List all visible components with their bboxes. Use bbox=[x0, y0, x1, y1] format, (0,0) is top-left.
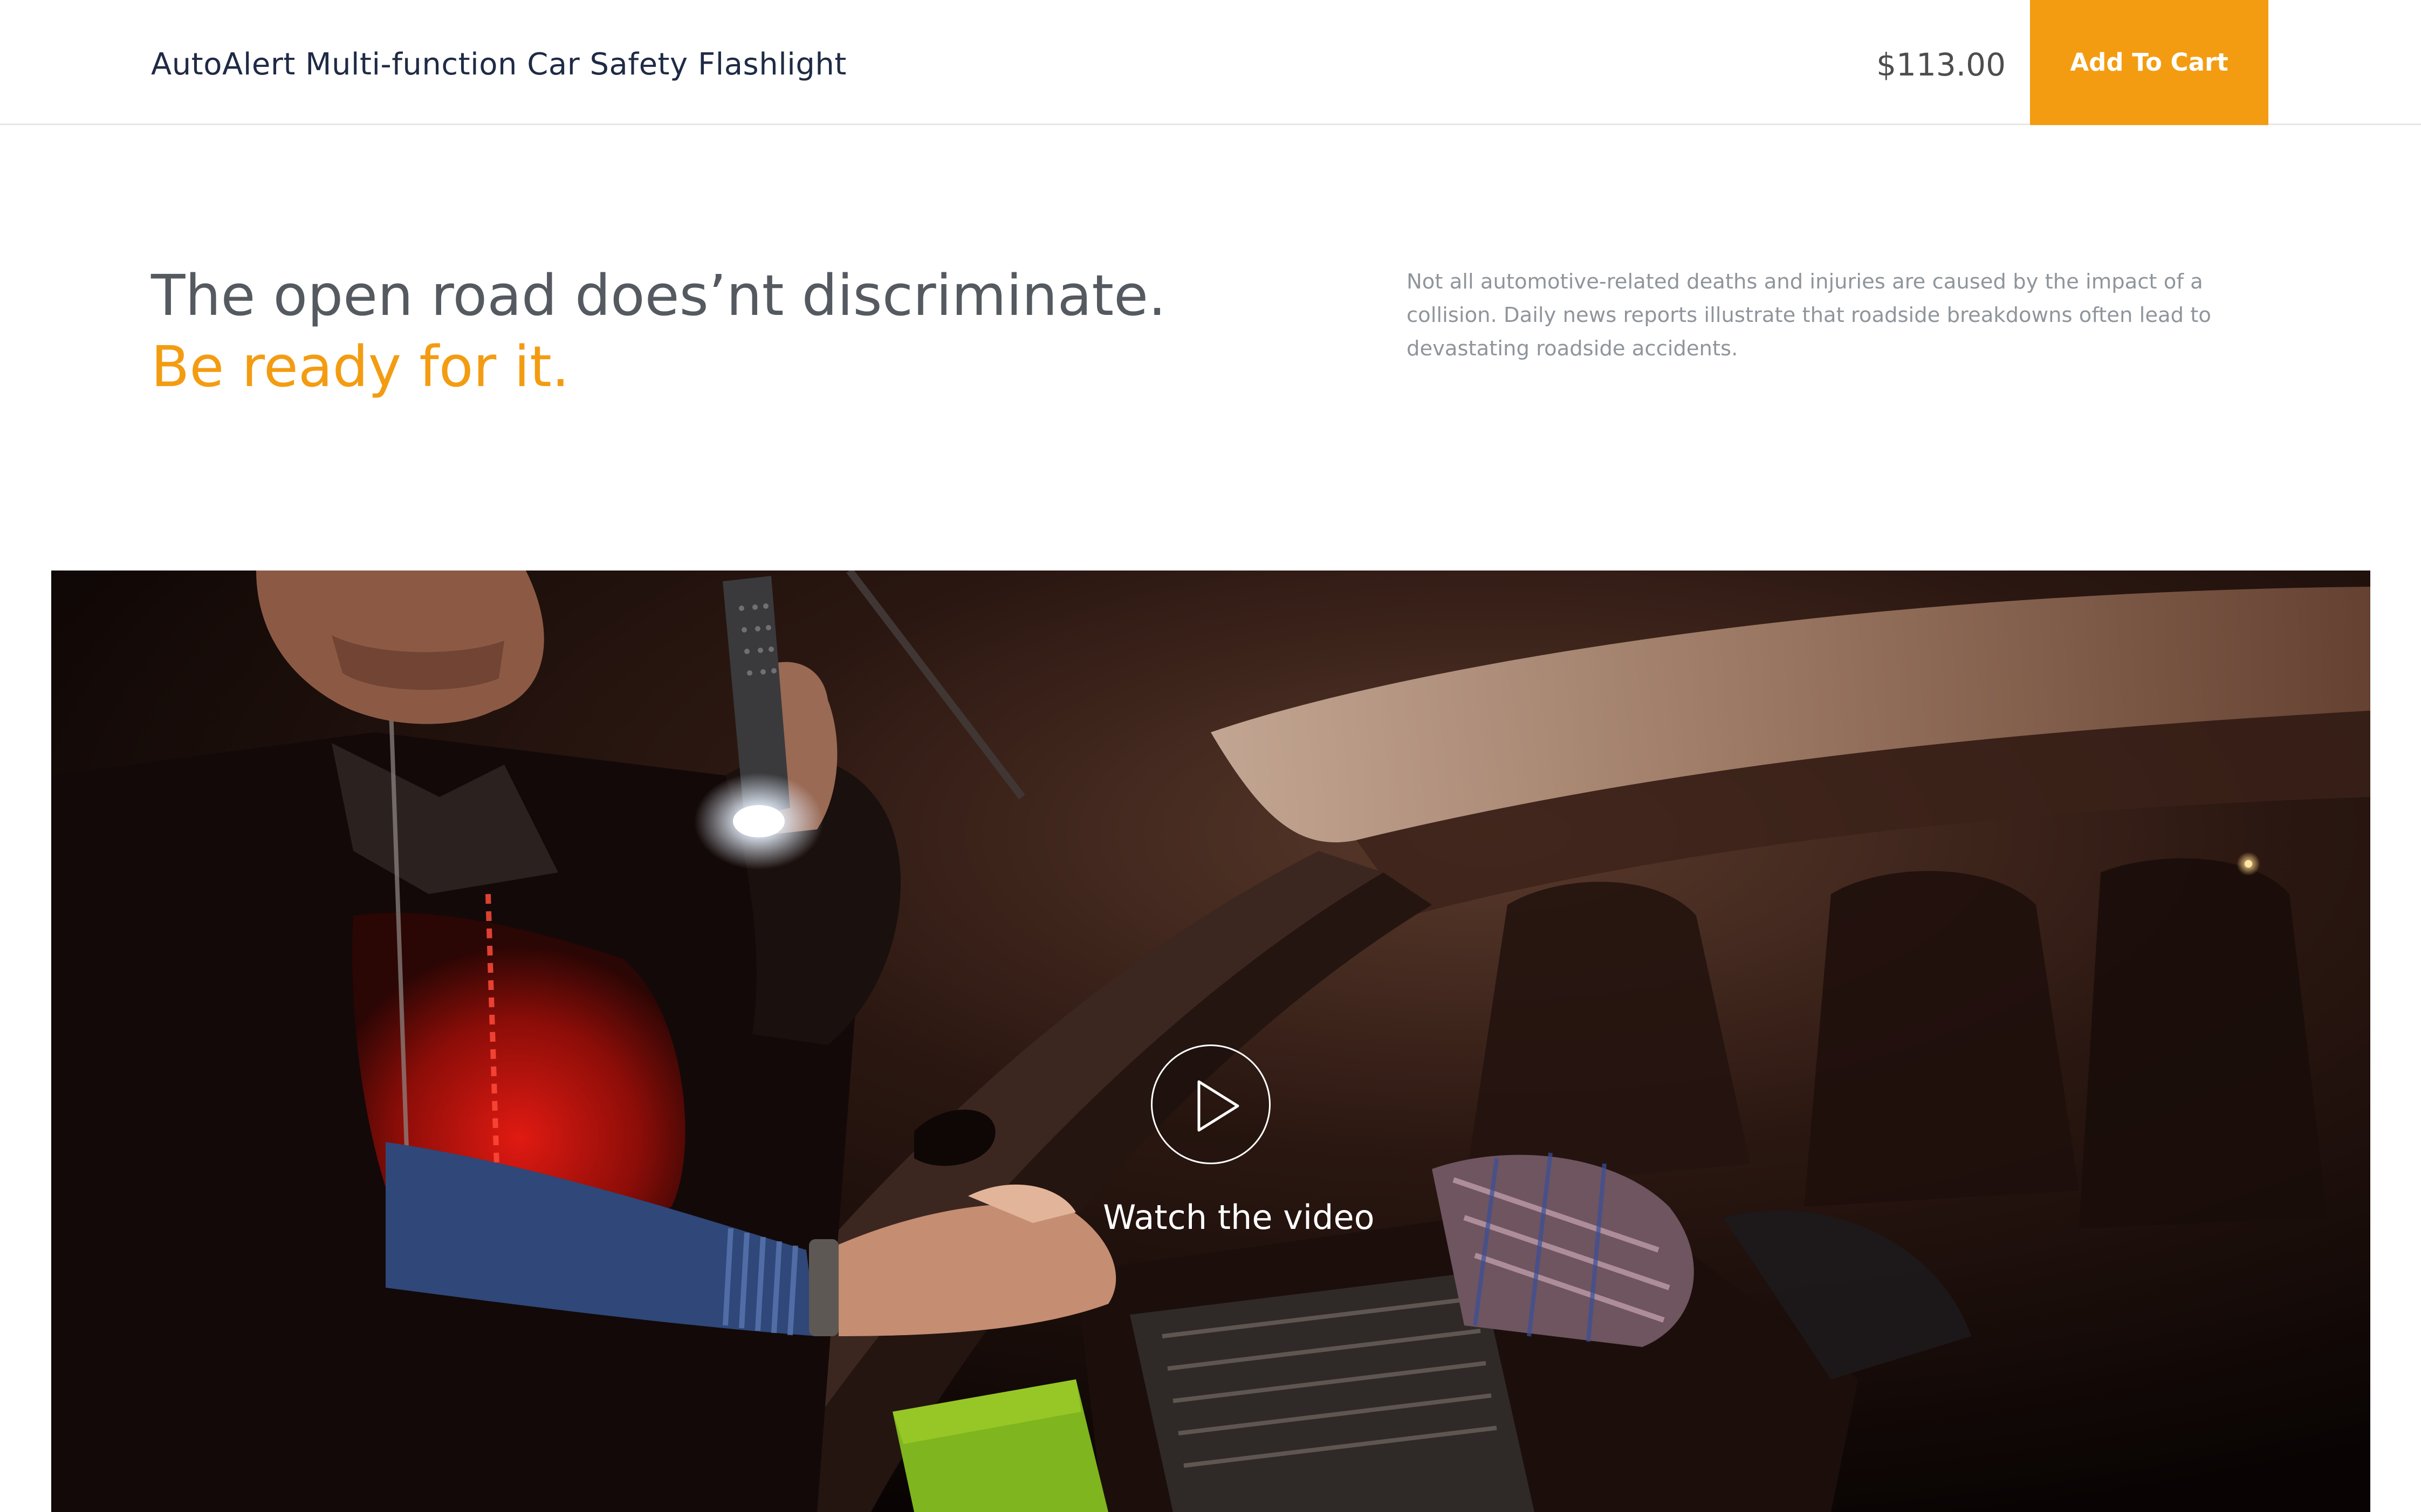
video-player[interactable]: Watch the video bbox=[51, 571, 2370, 1512]
add-to-cart-button[interactable]: Add To Cart bbox=[2030, 0, 2268, 125]
play-button[interactable] bbox=[1151, 1044, 1271, 1164]
intro-headline: The open road does’nt discriminate. Be r… bbox=[151, 260, 1166, 402]
watch-video-label[interactable]: Watch the video bbox=[1103, 1196, 1375, 1239]
product-price: $113.00 bbox=[1876, 46, 2006, 83]
product-header-bar: AutoAlert Multi-function Car Safety Flas… bbox=[0, 0, 2421, 125]
play-icon bbox=[1197, 1080, 1239, 1132]
intro-description: Not all automotive-related deaths and in… bbox=[1407, 270, 2211, 361]
video-poster-image bbox=[51, 571, 2370, 1512]
headline-text: The open road does’nt discriminate. bbox=[151, 263, 1167, 328]
product-title: AutoAlert Multi-function Car Safety Flas… bbox=[151, 47, 847, 82]
headline-tagline: Be ready for it. bbox=[151, 334, 570, 400]
